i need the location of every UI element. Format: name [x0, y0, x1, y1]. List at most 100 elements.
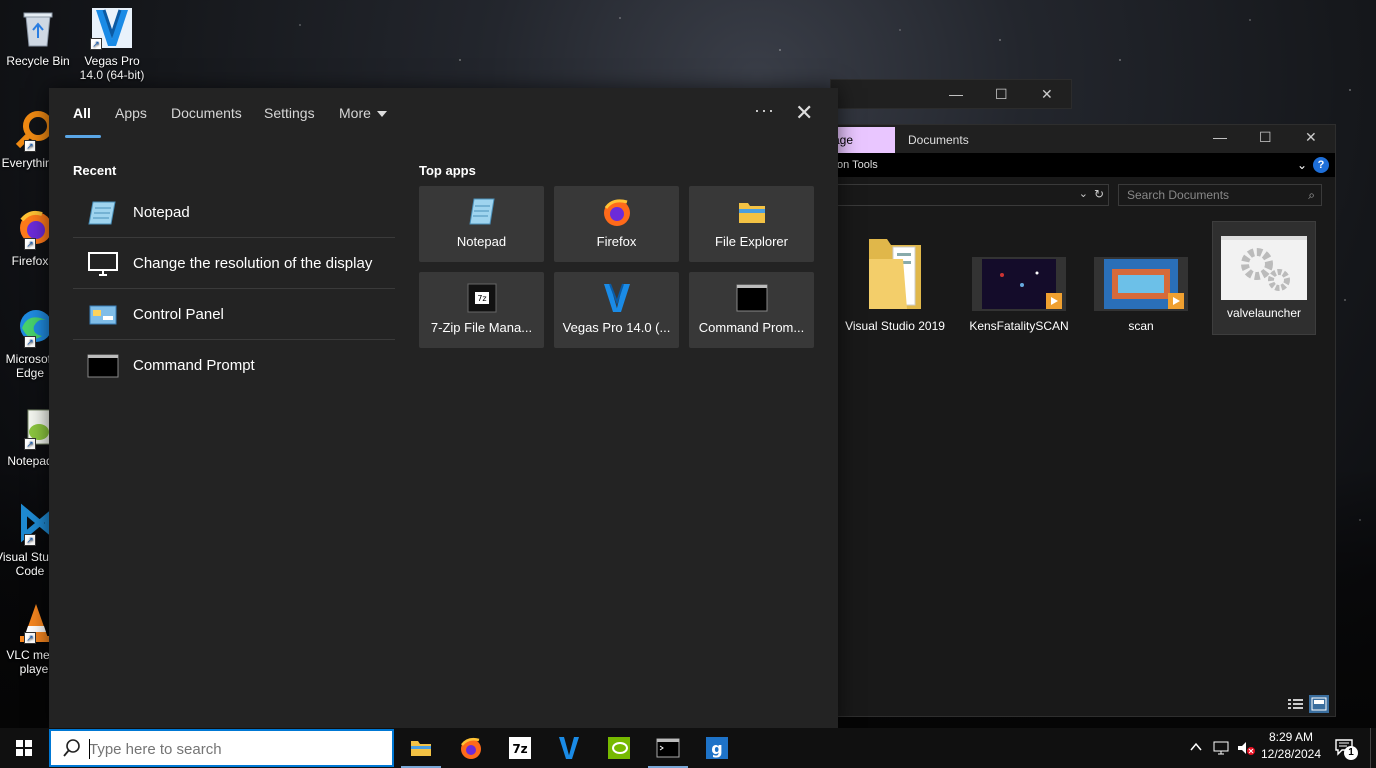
top-app-label: Firefox: [596, 234, 637, 249]
top-app-label: Notepad: [456, 234, 507, 249]
desktop-icon-label: Vegas Pro 14.0 (64-bit): [79, 54, 145, 82]
minimize-button[interactable]: —: [1213, 129, 1227, 145]
shortcut-arrow-icon: ↗: [24, 140, 36, 152]
maximize-button[interactable]: ☐: [995, 86, 1008, 103]
taskbar-app-firefox[interactable]: [447, 728, 495, 768]
desktop-icon-recycle-bin[interactable]: Recycle Bin: [0, 6, 76, 68]
chevron-down-icon[interactable]: ⌄: [1297, 153, 1307, 177]
shortcut-arrow-icon: ↗: [24, 632, 36, 644]
close-icon[interactable]: ✕: [795, 100, 813, 126]
video-thumbnail-icon: [1094, 255, 1188, 313]
recent-item-notepad[interactable]: Notepad: [73, 188, 395, 238]
tab-more-label: More: [339, 105, 371, 121]
file-item-kensfatalityscan[interactable]: KensFatalitySCAN: [967, 255, 1071, 334]
svg-text:7z: 7z: [512, 742, 527, 756]
top-app-firefox[interactable]: Firefox: [554, 186, 679, 262]
close-button[interactable]: ✕: [1305, 129, 1317, 146]
tab-documents[interactable]: Documents: [171, 105, 242, 121]
help-icon[interactable]: ?: [1313, 157, 1329, 173]
recent-item-control-panel[interactable]: Control Panel: [73, 290, 395, 340]
taskbar-app-file-explorer[interactable]: [397, 728, 445, 768]
taskbar-app-command-prompt[interactable]: [644, 728, 692, 768]
top-app-command-prompt[interactable]: Command Prom...: [689, 272, 814, 348]
tab-manage[interactable]: age: [831, 127, 895, 153]
edge-icon: ↗: [8, 304, 52, 348]
vegas-pro-icon: ↗: [90, 6, 134, 50]
everything-search-icon: ↗: [8, 108, 53, 152]
top-app-label: Vegas Pro 14.0 (...: [562, 320, 671, 335]
address-row: ⌄ ↻ Search Documents ⌕: [831, 177, 1335, 211]
system-clock[interactable]: 8:29 AM 12/28/2024: [1252, 729, 1330, 763]
show-desktop-button[interactable]: [1370, 728, 1376, 768]
chevron-down-icon[interactable]: ⌄: [1079, 187, 1088, 200]
maximize-button[interactable]: ☐: [1259, 129, 1272, 146]
file-explorer-window[interactable]: age Documents — ☐ ✕ on Tools ⌄ ? ⌄ ↻ Sea…: [830, 124, 1336, 717]
file-label: scan: [1128, 319, 1154, 333]
file-label: KensFatalitySCAN: [969, 319, 1069, 333]
svg-text:7z: 7z: [477, 294, 486, 303]
tab-settings[interactable]: Settings: [264, 105, 315, 121]
search-documents-input[interactable]: Search Documents ⌕: [1118, 184, 1322, 206]
taskbar: 7z g 8:29 AM 12/28/2024 1: [0, 728, 1376, 768]
taskbar-search-box[interactable]: [49, 729, 394, 767]
chevron-down-icon: [376, 111, 387, 118]
file-item-scan[interactable]: scan: [1089, 255, 1193, 334]
details-view-icon[interactable]: [1285, 695, 1305, 713]
notepad-icon: [87, 200, 119, 226]
tab-apps[interactable]: Apps: [115, 105, 147, 121]
desktop-icon-vegas-pro[interactable]: ↗ Vegas Pro 14.0 (64-bit): [74, 6, 150, 82]
background-window[interactable]: — ☐ ✕: [830, 79, 1072, 109]
network-icon[interactable]: [1212, 740, 1232, 768]
minimize-button[interactable]: —: [949, 86, 963, 102]
notification-count-badge: 1: [1344, 746, 1358, 760]
clock-date: 12/28/2024: [1260, 747, 1322, 761]
explorer-titlebar[interactable]: age Documents — ☐ ✕: [831, 125, 1335, 153]
start-button[interactable]: [0, 728, 48, 768]
top-app-label: 7-Zip File Mana...: [430, 320, 533, 335]
command-prompt-icon: [736, 282, 768, 314]
recent-item-display-resolution[interactable]: Change the resolution of the display: [73, 239, 395, 289]
folder-icon: [736, 196, 768, 228]
tab-more[interactable]: More: [339, 105, 387, 121]
desktop-icon-label: Firefox: [11, 254, 49, 268]
settings-gear-icon: [1221, 236, 1307, 300]
desktop-icon-label: Microsoft Edge: [5, 352, 55, 380]
command-prompt-icon: [656, 736, 680, 760]
status-bar: [831, 692, 1335, 716]
firefox-icon: [459, 736, 483, 760]
active-tab-indicator: [65, 135, 101, 138]
ribbon-tools-label[interactable]: on Tools: [837, 159, 878, 171]
shortcut-arrow-icon: ↗: [24, 534, 36, 546]
taskbar-app-vegas-pro[interactable]: [545, 728, 593, 768]
tab-all[interactable]: All: [73, 105, 91, 121]
address-bar[interactable]: ⌄ ↻: [831, 184, 1109, 206]
windows-logo-icon: [16, 740, 32, 756]
search-panel[interactable]: All Apps Documents Settings More ··· ✕ R…: [49, 88, 838, 728]
top-app-file-explorer[interactable]: File Explorer: [689, 186, 814, 262]
show-hidden-icons[interactable]: [1188, 740, 1204, 768]
file-label: Visual Studio 2019: [845, 319, 945, 333]
svg-text:g: g: [711, 739, 722, 758]
recent-item-label: Change the resolution of the display: [133, 255, 373, 272]
vscode-icon: ↗: [8, 502, 52, 546]
search-input[interactable]: [89, 738, 379, 760]
top-app-7zip[interactable]: 7z 7-Zip File Mana...: [419, 272, 544, 348]
taskbar-app-gmod[interactable]: g: [693, 728, 741, 768]
taskbar-app-nvidia[interactable]: [595, 728, 643, 768]
firefox-icon: [601, 196, 633, 228]
top-app-notepad[interactable]: Notepad: [419, 186, 544, 262]
taskbar-app-7zip[interactable]: 7z: [496, 728, 544, 768]
tab-documents[interactable]: Documents: [908, 127, 969, 153]
more-options-icon[interactable]: ···: [754, 100, 775, 121]
top-app-vegas-pro[interactable]: Vegas Pro 14.0 (...: [554, 272, 679, 348]
file-item-valvelauncher[interactable]: valvelauncher: [1212, 221, 1316, 335]
chevron-up-icon: [1190, 742, 1202, 751]
recent-item-label: Notepad: [133, 204, 190, 221]
recent-item-command-prompt[interactable]: Command Prompt: [73, 341, 395, 391]
large-icons-view-icon[interactable]: [1309, 695, 1329, 713]
close-button[interactable]: ✕: [1041, 86, 1053, 103]
shortcut-arrow-icon: ↗: [24, 336, 36, 348]
file-item-visual-studio-2019[interactable]: Visual Studio 2019: [843, 229, 947, 334]
clock-time: 8:29 AM: [1268, 730, 1314, 744]
refresh-icon[interactable]: ↻: [1094, 187, 1104, 201]
